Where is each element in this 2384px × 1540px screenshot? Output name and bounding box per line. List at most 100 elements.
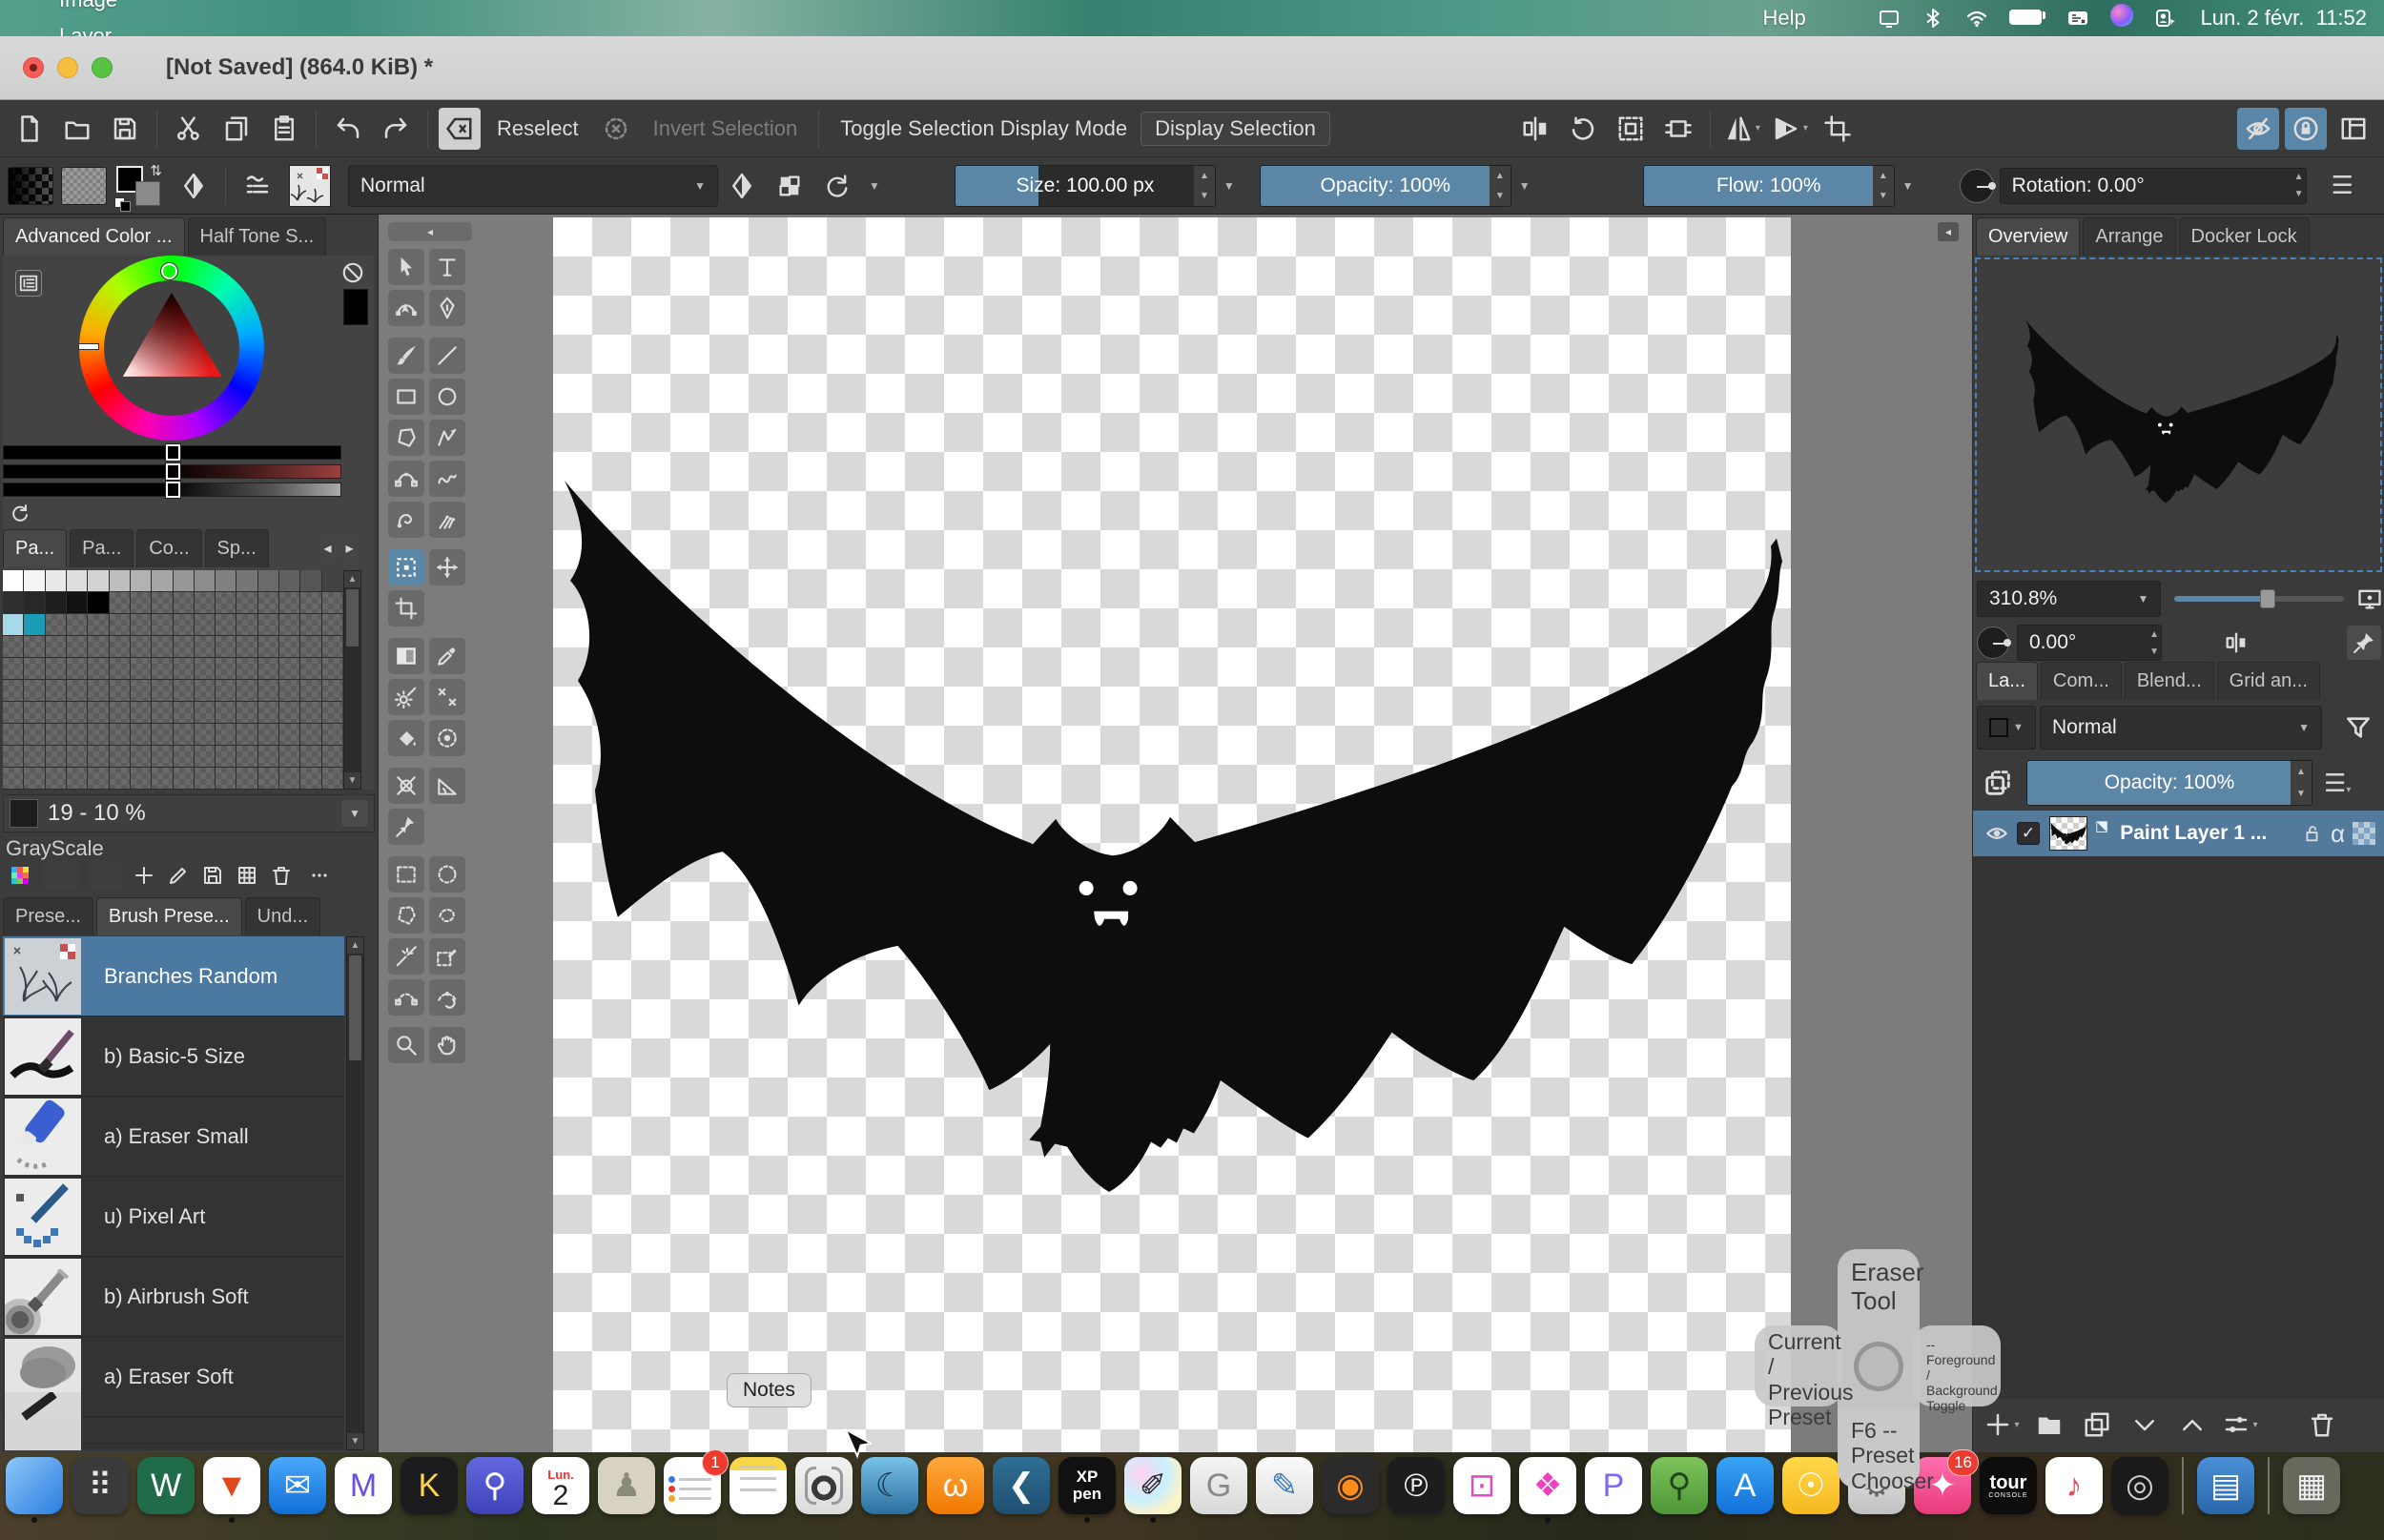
palette-swatch-#767676[interactable]	[236, 570, 257, 591]
palette-swatch-empty[interactable]	[258, 746, 278, 767]
palette-swatch-empty[interactable]	[46, 636, 66, 657]
palette-tab-1[interactable]: Pa...	[70, 529, 134, 567]
preset-docker-tab-0[interactable]: Prese...	[3, 897, 93, 935]
palette-swatch-empty[interactable]	[195, 746, 215, 767]
refresh-shades-icon[interactable]	[8, 501, 32, 525]
dock-app-calendar[interactable]: Lun.2	[532, 1457, 589, 1514]
brush-rotation-field[interactable]: Rotation: 0.00° ▲▼	[2000, 168, 2307, 204]
brush-preset-b-basic-5-size[interactable]: b) Basic-5 Size	[3, 1016, 344, 1097]
palette-swatch-empty[interactable]	[236, 636, 257, 657]
palette-swatch-empty[interactable]	[300, 702, 320, 723]
dock-app-music[interactable]: ♪	[2045, 1457, 2103, 1514]
fit-to-screen-icon[interactable]	[2355, 584, 2384, 614]
mirror-canvas-button[interactable]	[1514, 108, 1556, 150]
palette-tab-3[interactable]: Sp...	[205, 529, 269, 567]
palette-swatch-empty[interactable]	[131, 658, 151, 679]
brush-preset-branches-random[interactable]: Branches Random	[3, 936, 344, 1016]
window-title-bar[interactable]: [Not Saved] (864.0 KiB) *	[0, 36, 2384, 100]
add-swatch-icon[interactable]	[132, 861, 156, 890]
palette-swatch-empty[interactable]	[300, 614, 320, 635]
palette-swatch-empty[interactable]	[110, 680, 130, 701]
palette-swatch-empty[interactable]	[3, 636, 23, 657]
dock-app-mail-m-app[interactable]: M	[335, 1457, 392, 1514]
gradient-tool[interactable]	[388, 638, 424, 674]
palette-swatch-empty[interactable]	[131, 614, 151, 635]
right-docker-tab-1[interactable]: Arrange	[2083, 217, 2175, 256]
palette-swatch-#818181[interactable]	[216, 570, 236, 591]
assistants-tool[interactable]	[388, 768, 424, 804]
palette-swatch-empty[interactable]	[152, 746, 172, 767]
blending-mode-select[interactable]: Normal▼	[348, 165, 718, 207]
palette-swatch-empty[interactable]	[279, 724, 299, 745]
mirror-vertical-button[interactable]: ▾	[1721, 108, 1763, 150]
palette-swatch-empty[interactable]	[300, 680, 320, 701]
hide-canvas-decorations-button[interactable]	[2237, 108, 2279, 150]
palette-swatch-empty[interactable]	[322, 746, 342, 767]
dock-app-contacts[interactable]: ♟	[598, 1457, 655, 1514]
palette-swatch-empty[interactable]	[195, 680, 215, 701]
current-color-swatch[interactable]	[10, 799, 38, 828]
palette-swatch-empty[interactable]	[195, 592, 215, 613]
palette-swatch-#1b9cb5[interactable]	[24, 614, 44, 635]
palette-view-icon[interactable]	[235, 861, 259, 890]
brush-preset-u-pixel-art[interactable]: u) Pixel Art	[3, 1177, 344, 1257]
palette-swatch-empty[interactable]	[300, 746, 320, 767]
dock-app-concepts-app[interactable]: ✎	[1256, 1457, 1313, 1514]
dock-app-books[interactable]: ω	[927, 1457, 984, 1514]
flow-slider[interactable]: Flow: 100% ▲▼	[1643, 165, 1895, 207]
polygon-select-tool[interactable]	[388, 897, 424, 934]
zoom-tool[interactable]	[388, 1027, 424, 1063]
palette-swatch-empty[interactable]	[3, 746, 23, 767]
recent-color-black[interactable]	[343, 289, 368, 325]
palette-swatch-#1e1e1e[interactable]	[46, 592, 66, 613]
dock-app-launchpad[interactable]: ⠿	[72, 1457, 129, 1514]
palette-swatch-empty[interactable]	[236, 702, 257, 723]
bezier-select-tool[interactable]	[388, 979, 424, 1016]
dock-app-kindle[interactable]: ☾	[861, 1457, 918, 1514]
layer-thumbnail[interactable]	[2049, 816, 2087, 851]
palette-swatch-empty[interactable]	[131, 768, 151, 789]
palette-swatch-empty[interactable]	[152, 680, 172, 701]
shade-bar-3[interactable]	[3, 483, 341, 497]
magnetic-select-tool[interactable]	[429, 979, 465, 1016]
input-source-icon[interactable]	[2066, 7, 2089, 30]
dock-app-pink-shapes-app[interactable]: ❖	[1519, 1457, 1576, 1514]
palette-swatch-#979797[interactable]	[174, 570, 194, 591]
palette-swatch-empty[interactable]	[67, 680, 87, 701]
brush-preset-a-eraser-small[interactable]: a) Eraser Small	[3, 1097, 344, 1177]
palette-swatch-#555555[interactable]	[300, 570, 320, 591]
foreground-background-colors[interactable]: ⇅	[114, 164, 162, 208]
palette-swatch-empty[interactable]	[67, 746, 87, 767]
palette-swatch-empty[interactable]	[300, 592, 320, 613]
shade-bar-2[interactable]	[3, 464, 341, 479]
measure-tool[interactable]	[429, 768, 465, 804]
fill-tool[interactable]	[388, 720, 424, 756]
smart-patch-tool[interactable]	[388, 679, 424, 715]
toolbox-collapse-button[interactable]: ◂	[388, 222, 472, 241]
palette-swatch-empty[interactable]	[174, 592, 194, 613]
palette-swatch-empty[interactable]	[131, 680, 151, 701]
layer-checkbox[interactable]: ✓	[2017, 822, 2040, 845]
dock-app-finder[interactable]	[6, 1457, 63, 1514]
palette-swatch-empty[interactable]	[279, 636, 299, 657]
transform-tool[interactable]	[388, 549, 424, 585]
layer-row[interactable]: ✓ ⬔ Paint Layer 1 ... α	[1973, 811, 2384, 856]
palette-swatch-empty[interactable]	[88, 658, 108, 679]
palette-swatch-empty[interactable]	[152, 592, 172, 613]
palette-swatch-empty[interactable]	[279, 746, 299, 767]
palette-swatch-empty[interactable]	[258, 702, 278, 723]
swap-colors-icon[interactable]: ⇅	[150, 162, 162, 179]
dock-app-passwords-app[interactable]: ⚲	[466, 1457, 524, 1514]
palette-swatch-empty[interactable]	[195, 614, 215, 635]
palette-swatch-empty[interactable]	[131, 702, 151, 723]
palette-swatch-empty[interactable]	[216, 614, 236, 635]
palette-swatch-empty[interactable]	[258, 636, 278, 657]
palette-swatch-empty[interactable]	[195, 702, 215, 723]
layer-docker-tab-2[interactable]: Blend...	[2125, 662, 2214, 700]
similar-select-tool[interactable]	[388, 938, 424, 975]
palette-swatch-empty[interactable]	[46, 702, 66, 723]
palette-swatch-empty[interactable]	[46, 746, 66, 767]
reselect-button[interactable]: Reselect	[483, 116, 592, 141]
polygon-tool[interactable]	[388, 420, 424, 456]
palette-swatch-empty[interactable]	[258, 724, 278, 745]
